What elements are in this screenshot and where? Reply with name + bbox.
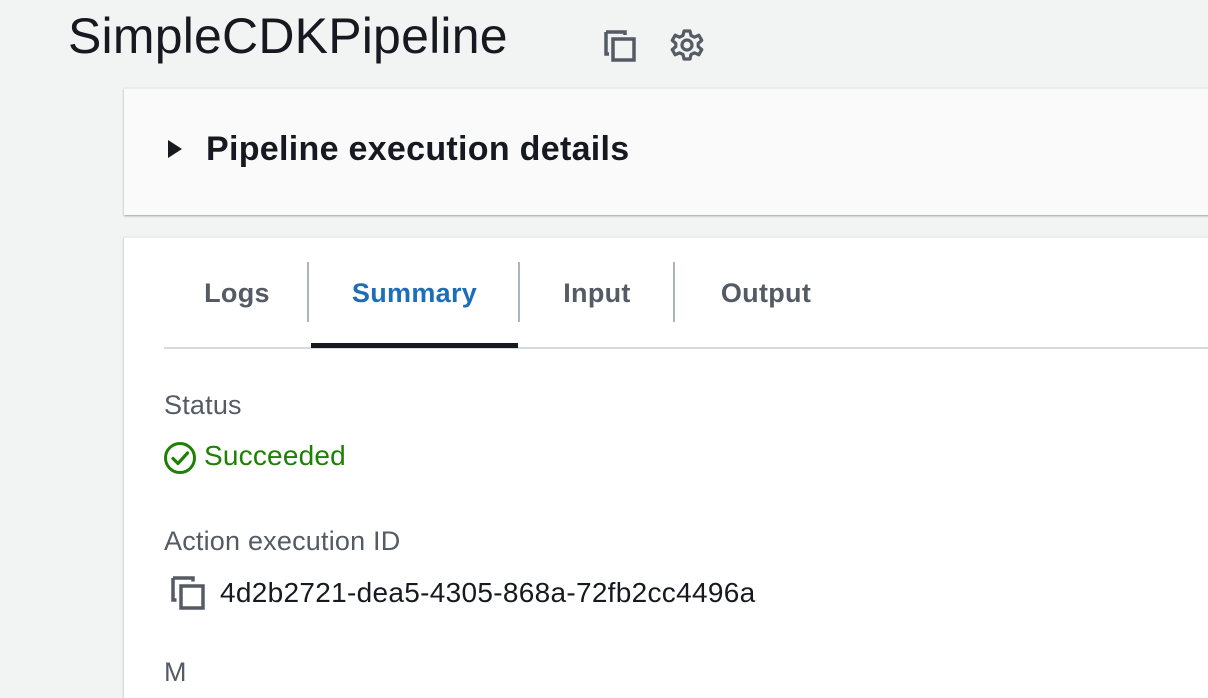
- status-label: Status: [164, 390, 242, 420]
- tab-output[interactable]: Output: [676, 270, 856, 316]
- gear-icon[interactable]: [668, 26, 706, 64]
- action-execution-id-label: Action execution ID: [164, 526, 401, 556]
- action-execution-id-value: 4d2b2721-dea5-4305-868a-72fb2cc4496a: [220, 577, 756, 608]
- tab-divider: [307, 262, 309, 322]
- active-tab-indicator: [311, 343, 518, 348]
- pipeline-execution-details-heading[interactable]: Pipeline execution details: [206, 127, 630, 171]
- copy-icon[interactable]: [168, 573, 208, 613]
- check-circle-icon: [163, 441, 197, 475]
- caret-right-icon[interactable]: [166, 138, 184, 160]
- status-value: Succeeded: [204, 440, 346, 471]
- tab-logs[interactable]: Logs: [186, 270, 288, 316]
- page-title: SimpleCDKPipeline: [68, 8, 508, 64]
- tab-divider: [673, 262, 675, 322]
- copy-icon[interactable]: [602, 28, 638, 64]
- tab-summary[interactable]: Summary: [312, 270, 517, 316]
- next-field-label: M: [164, 657, 187, 687]
- tab-input[interactable]: Input: [520, 270, 674, 316]
